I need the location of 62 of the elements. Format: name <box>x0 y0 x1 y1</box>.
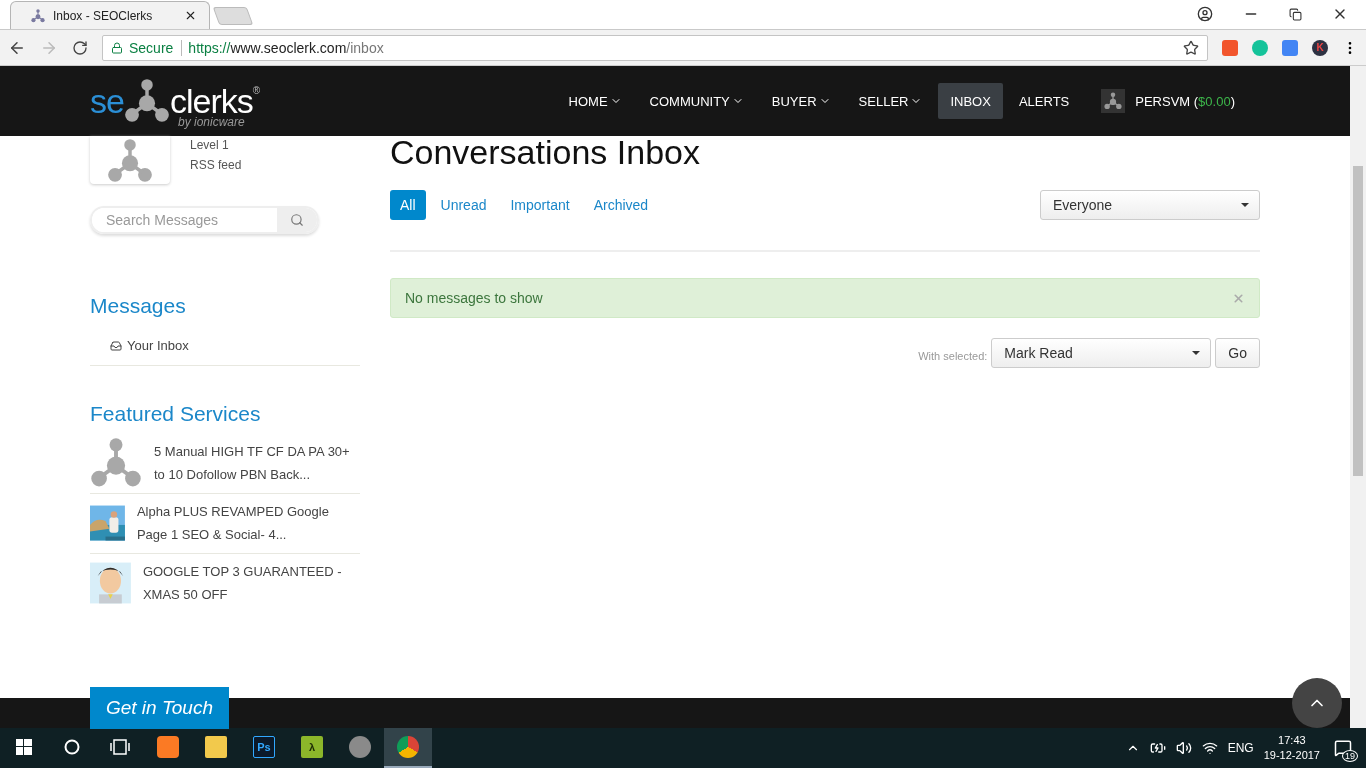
logo-icon <box>107 138 153 184</box>
page-title: Conversations Inbox <box>390 132 701 172</box>
chrome-icon[interactable] <box>397 736 419 758</box>
site-logo[interactable]: se clerks® by ionicware <box>90 71 261 131</box>
logo-icon <box>123 78 170 124</box>
sidebar-link[interactable]: Your Inbox <box>90 318 360 366</box>
notification-button[interactable]: 19 <box>1330 736 1356 760</box>
section-heading: Messages <box>90 294 187 318</box>
nav-link[interactable]: BUYER <box>759 83 843 119</box>
nav-link[interactable]: HOME <box>556 83 634 119</box>
windows-icon[interactable] <box>16 739 32 755</box>
favicon-icon <box>31 8 45 23</box>
filter-tab[interactable]: Important <box>500 190 580 220</box>
action-select[interactable]: Mark Read <box>991 338 1212 368</box>
reload-icon[interactable] <box>72 39 88 56</box>
lock-icon <box>111 41 123 54</box>
profile-icon[interactable] <box>1197 6 1213 22</box>
filter-tab[interactable]: Archived <box>583 190 659 220</box>
address-bar[interactable]: Secure https://www.seoclerk.com/inbox <box>102 34 1208 61</box>
service-item[interactable]: Alpha PLUS REVAMPED Google Page 1 SEO & Social- 4... <box>90 494 360 554</box>
nav-link[interactable]: SELLER <box>846 83 935 119</box>
nav-link[interactable]: INBOX <box>938 83 1003 119</box>
service-item[interactable]: GOOGLE TOP 3 GUARANTEED - XMAS 50 OFF <box>90 554 360 613</box>
browser-tab[interactable]: Inbox - SEOClerks <box>10 1 210 29</box>
search-icon <box>290 213 304 227</box>
wifi-icon[interactable] <box>1201 740 1218 756</box>
alert-message: No messages to show <box>390 278 1260 318</box>
battery-icon[interactable] <box>1149 740 1166 756</box>
extension-icon[interactable] <box>1282 39 1298 56</box>
section-heading: Featured Services <box>90 402 262 426</box>
go-button[interactable]: Go <box>1215 338 1260 368</box>
service-item[interactable]: 5 Manual HIGH TF CF DA PA 30+ to 10 Dofollow PBN Back... <box>90 434 360 494</box>
lambda-icon[interactable]: λ <box>301 736 323 758</box>
restore-icon[interactable] <box>1289 7 1302 21</box>
logo-icon <box>90 437 142 489</box>
clock[interactable]: 17:43 19-12-2017 <box>1263 733 1320 763</box>
search-field[interactable]: Search Messages <box>90 206 319 234</box>
back-to-top-button[interactable] <box>1292 678 1342 728</box>
bookmark-star-icon[interactable] <box>1183 39 1199 56</box>
link-label: Your Inbox <box>127 338 189 353</box>
recipient-select[interactable]: Everyone <box>1040 190 1260 220</box>
filter-tab[interactable]: Unread <box>430 190 497 220</box>
close-icon[interactable] <box>184 9 197 22</box>
extension-icon[interactable]: K <box>1312 39 1328 56</box>
rss-link[interactable]: RSS feed <box>190 158 242 172</box>
filter-tab[interactable]: All <box>390 190 426 220</box>
user-link[interactable]: PERSVM ($0.00) <box>1101 89 1235 113</box>
nav-link[interactable]: COMMUNITY <box>637 83 756 119</box>
extension-icon[interactable] <box>1222 39 1238 56</box>
bulk-label: With selected: <box>918 349 988 362</box>
volume-icon[interactable] <box>1175 740 1192 756</box>
level-text: Level 1 <box>190 138 230 152</box>
nav-link[interactable]: ALERTS <box>1006 83 1082 119</box>
photoshop-icon[interactable]: Ps <box>253 736 275 758</box>
contact-button[interactable]: Get in Touch <box>90 687 229 729</box>
inbox-icon <box>110 339 122 352</box>
secure-label: Secure <box>129 39 183 56</box>
task-view-icon[interactable] <box>110 739 130 755</box>
search-icon[interactable] <box>64 739 80 755</box>
scrollbar[interactable] <box>1350 66 1366 728</box>
language-indicator[interactable]: ENG <box>1227 741 1254 755</box>
url-text: https://www.seoclerk.com/inbox <box>188 39 384 56</box>
